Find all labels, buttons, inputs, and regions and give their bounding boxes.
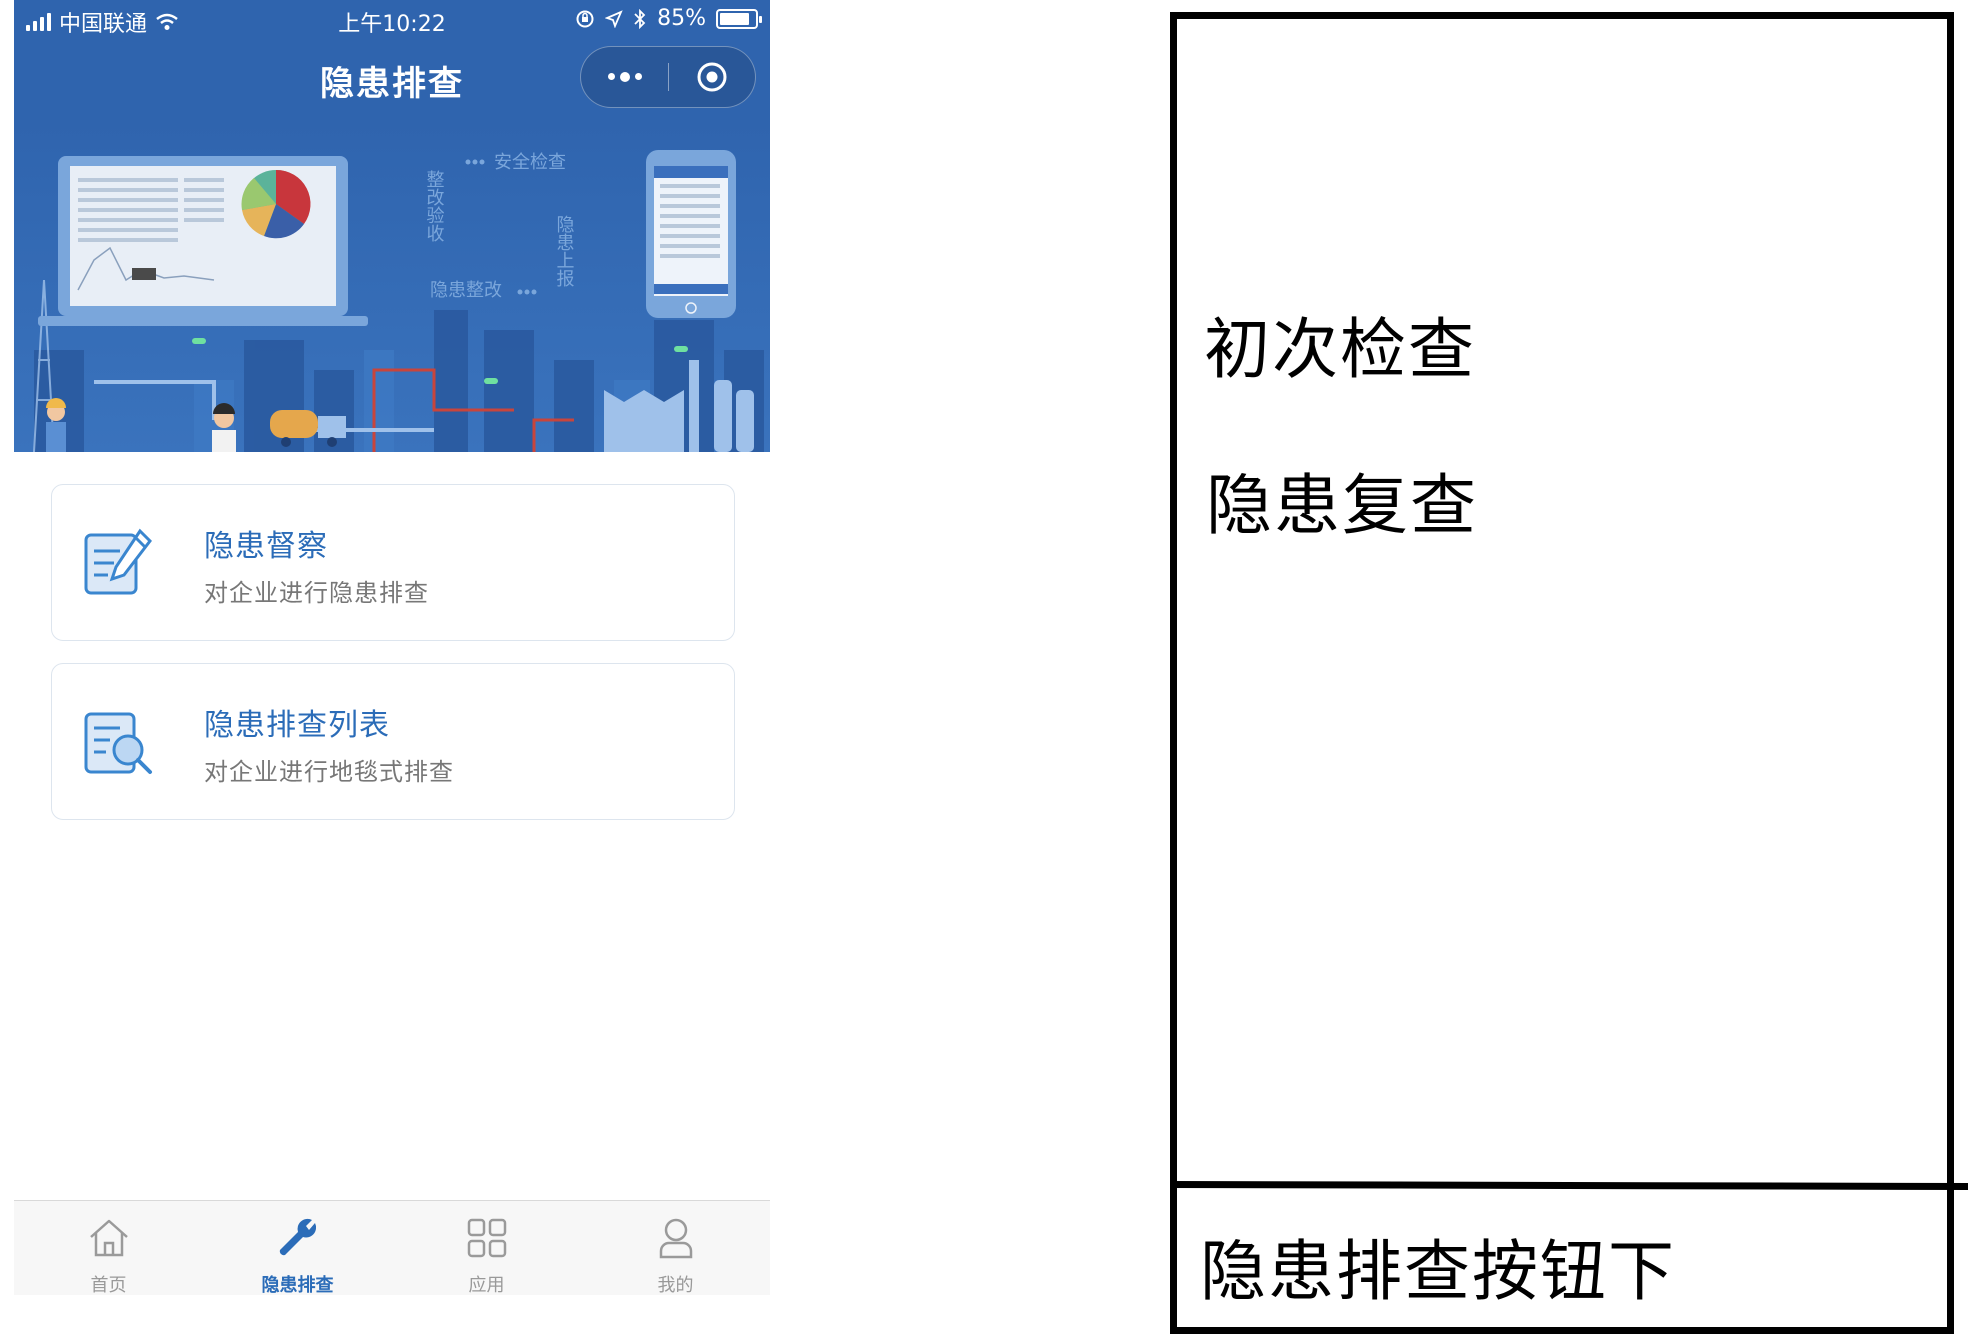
tab-hazard-check[interactable]: 隐患排查	[203, 1201, 392, 1295]
battery-level	[720, 12, 749, 25]
sketch-initial-check: 初次检查	[1204, 311, 1476, 388]
battery-percent: 85%	[657, 6, 706, 31]
tab-mine[interactable]: 我的	[581, 1201, 770, 1295]
target-circle-icon	[697, 62, 727, 91]
banner-label-1: 整改验收	[424, 170, 445, 242]
location-arrow-icon	[605, 9, 623, 28]
tab-apps[interactable]: 应用	[392, 1201, 581, 1295]
sketch-recheck: 隐患复查	[1206, 467, 1478, 544]
header: 中国联通 上午10:22 85% 隐患排查 整改验收 安全检查 隐患上报 隐患整…	[14, 0, 770, 452]
card-subtitle: 对企业进行地毯式排查	[204, 758, 454, 786]
more-button[interactable]	[581, 47, 668, 106]
more-dots-icon	[607, 71, 642, 82]
bluetooth-icon	[634, 8, 646, 29]
banner-label-3: 隐患上报	[554, 215, 575, 288]
tab-label: 隐患排查	[261, 1275, 334, 1295]
status-bar: 中国联通 上午10:22 85%	[14, 0, 770, 40]
card-hazard-list[interactable]: 隐患排查列表 对企业进行地毯式排查	[51, 663, 735, 820]
close-button[interactable]	[669, 47, 755, 106]
tab-bar: 首页 隐患排查 应用 我的	[14, 1200, 770, 1295]
tab-label: 首页	[90, 1275, 127, 1295]
tab-label: 我的	[657, 1275, 694, 1295]
phone-screen: 中国联通 上午10:22 85% 隐患排查 整改验收 安全检查 隐患上报 隐患整…	[14, 0, 770, 1295]
mini-program-capsule	[580, 46, 756, 108]
document-search-icon	[84, 712, 152, 774]
tab-label: 应用	[468, 1275, 505, 1295]
card-hazard-supervision[interactable]: 隐患督察 对企业进行隐患排查	[51, 484, 735, 641]
sketch-bottom-label: 隐患排查按钮下	[1200, 1233, 1676, 1310]
banner-illustration: 整改验收 安全检查 隐患上报 隐患整改	[14, 120, 770, 452]
wireframe-sketch: 初次检查 隐患复查 隐患排查按钮下	[1169, 12, 1968, 1334]
card-subtitle: 对企业进行隐患排查	[204, 579, 429, 607]
orientation-lock-icon	[576, 10, 594, 27]
home-icon	[90, 1219, 128, 1257]
document-edit-icon	[84, 528, 152, 595]
tab-home[interactable]: 首页	[14, 1201, 203, 1295]
phone-graphic	[646, 150, 736, 318]
wrench-icon	[279, 1218, 317, 1256]
battery-icon	[716, 8, 762, 29]
laptop-graphic	[38, 156, 368, 326]
user-icon	[659, 1218, 693, 1259]
sketch-frame	[1170, 12, 1954, 1334]
card-title: 隐患督察	[204, 529, 328, 564]
banner-label-4: 隐患整改	[430, 280, 502, 301]
status-bar-right: 85%	[575, 6, 762, 31]
grid-apps-icon	[467, 1218, 507, 1258]
banner-label-2: 安全检查	[494, 152, 566, 173]
card-title: 隐患排查列表	[204, 708, 390, 743]
